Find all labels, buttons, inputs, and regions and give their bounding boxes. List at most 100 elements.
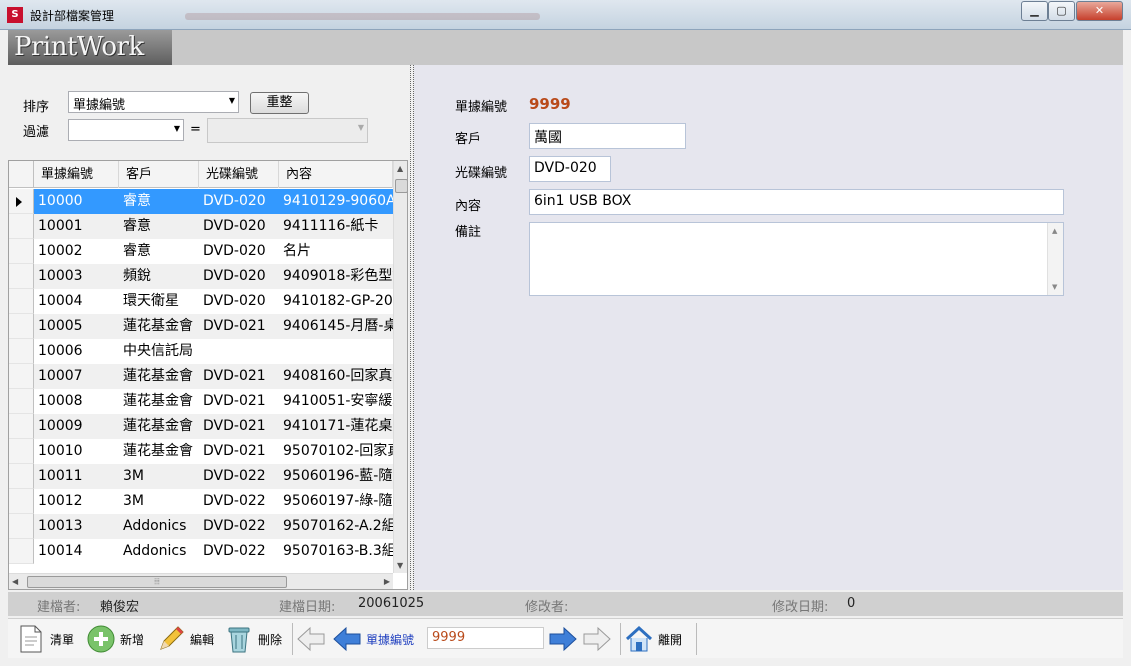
table-row[interactable]: 10009蓮花基金會DVD-0219410171-蓮花桌曆	[9, 414, 393, 439]
cell-customer[interactable]: 環天衛星	[119, 289, 199, 314]
scroll-thumb[interactable]	[395, 179, 407, 193]
cell-content[interactable]: 9408160-回家真好	[279, 364, 393, 389]
cell-id[interactable]: 10014	[34, 539, 119, 564]
cell-disc[interactable]: DVD-020	[199, 264, 279, 289]
cell-customer[interactable]: 蓮花基金會	[119, 389, 199, 414]
table-row[interactable]: 10006 中央信託局	[9, 339, 393, 364]
table-row[interactable]: 10001 睿意 DVD-020 9411116-紙卡	[9, 214, 393, 239]
table-row[interactable]: 10003頻銳DVD-0209409018-彩色型錄	[9, 264, 393, 289]
cell-disc[interactable]: DVD-021	[199, 389, 279, 414]
cell-disc[interactable]: DVD-020	[199, 214, 279, 239]
cell-id[interactable]: 10013	[34, 514, 119, 539]
row-header[interactable]	[9, 414, 34, 439]
row-header[interactable]	[9, 364, 34, 389]
cell-content[interactable]: 95070162-A.2組朋	[279, 514, 393, 539]
cell-disc[interactable]: DVD-021	[199, 414, 279, 439]
cell-content[interactable]: 9410182-GP-201	[279, 289, 393, 314]
scroll-up-icon[interactable]: ▲	[397, 164, 403, 173]
scroll-down-icon[interactable]: ▼	[1052, 283, 1057, 291]
row-header[interactable]	[9, 514, 34, 539]
cell-id[interactable]: 10010	[34, 439, 119, 464]
cell-id[interactable]: 10009	[34, 414, 119, 439]
grid-vertical-scrollbar[interactable]: ▲ ▼	[393, 161, 407, 573]
cell-customer[interactable]: Addonics	[119, 539, 199, 564]
cell-disc[interactable]	[199, 339, 279, 364]
column-header-customer[interactable]: 客戶	[119, 161, 199, 188]
cell-disc[interactable]: DVD-020	[199, 239, 279, 264]
disc-field[interactable]: DVD-020	[529, 156, 611, 182]
row-header[interactable]	[9, 214, 34, 239]
row-header[interactable]	[9, 439, 34, 464]
scroll-right-icon[interactable]: ▶	[384, 577, 390, 586]
previous-record-button[interactable]: 單據編號	[332, 623, 414, 655]
cell-content[interactable]: 名片	[279, 239, 393, 264]
table-row[interactable]: 10005 蓮花基金會 DVD-021 9406145-月曆-桌	[9, 314, 393, 339]
cell-customer[interactable]: 蓮花基金會	[119, 364, 199, 389]
cell-disc[interactable]: DVD-022	[199, 514, 279, 539]
cell-id[interactable]: 10005	[34, 314, 119, 339]
cell-id[interactable]: 10001	[34, 214, 119, 239]
table-row[interactable]: 10007蓮花基金會DVD-0219408160-回家真好	[9, 364, 393, 389]
cell-content[interactable]: 9410051-安寧緩和	[279, 389, 393, 414]
cell-id[interactable]: 10006	[34, 339, 119, 364]
cell-content[interactable]: 95070163-B.3組朋	[279, 539, 393, 564]
scroll-up-icon[interactable]: ▲	[1052, 227, 1057, 235]
maximize-button[interactable]: ▢	[1048, 1, 1075, 21]
cell-disc[interactable]: DVD-021	[199, 364, 279, 389]
cell-disc[interactable]: DVD-022	[199, 489, 279, 514]
column-header-content[interactable]: 內容	[279, 161, 393, 188]
cell-id[interactable]: 10007	[34, 364, 119, 389]
row-header[interactable]	[9, 539, 34, 564]
column-header-id[interactable]: 單據編號	[34, 161, 119, 188]
last-record-button[interactable]	[582, 623, 616, 655]
list-button[interactable]: 清單	[16, 623, 74, 655]
cell-disc[interactable]: DVD-021	[199, 439, 279, 464]
table-row[interactable]: 10000 睿意 DVD-020 9410129-9060AK	[9, 189, 393, 214]
row-header[interactable]	[9, 464, 34, 489]
cell-content[interactable]: 9410129-9060AK	[279, 189, 393, 214]
cell-customer[interactable]: 中央信託局	[119, 339, 199, 364]
row-header[interactable]	[9, 289, 34, 314]
cell-content[interactable]: 95060196-藍-隨手	[279, 464, 393, 489]
cell-content[interactable]: 95070102-回家真	[279, 439, 393, 464]
cell-content[interactable]: 9406145-月曆-桌	[279, 314, 393, 339]
cell-id[interactable]: 10000	[34, 189, 119, 214]
close-button[interactable]: ✕	[1076, 1, 1123, 21]
cell-id[interactable]: 10011	[34, 464, 119, 489]
cell-disc[interactable]: DVD-020	[199, 289, 279, 314]
note-scrollbar[interactable]: ▲ ▼	[1047, 223, 1063, 295]
cell-content[interactable]	[279, 339, 393, 364]
cell-customer[interactable]: 睿意	[119, 189, 199, 214]
cell-customer[interactable]: 頻銳	[119, 264, 199, 289]
cell-customer[interactable]: Addonics	[119, 514, 199, 539]
cell-content[interactable]: 95060197-綠-隨手	[279, 489, 393, 514]
cell-content[interactable]: 9410171-蓮花桌曆	[279, 414, 393, 439]
first-record-button[interactable]	[296, 623, 330, 655]
cell-customer[interactable]: 睿意	[119, 214, 199, 239]
row-header[interactable]	[9, 489, 34, 514]
record-number-input[interactable]: 9999	[427, 627, 544, 649]
exit-button[interactable]: 離開	[624, 623, 682, 655]
delete-button[interactable]: 刪除	[224, 623, 282, 655]
table-row[interactable]: 10014AddonicsDVD-02295070163-B.3組朋	[9, 539, 393, 564]
filter-value-combo[interactable]: ▼	[207, 118, 368, 143]
scroll-thumb-horizontal[interactable]: ⦙⦙⦙	[27, 576, 287, 588]
filter-field-combo[interactable]: ▼	[68, 119, 184, 141]
note-textarea[interactable]: ▲ ▼	[529, 222, 1064, 296]
next-record-button[interactable]	[548, 623, 582, 655]
cell-disc[interactable]: DVD-021	[199, 314, 279, 339]
cell-customer[interactable]: 3M	[119, 489, 199, 514]
cell-id[interactable]: 10012	[34, 489, 119, 514]
cell-content[interactable]: 9409018-彩色型錄	[279, 264, 393, 289]
content-field[interactable]: 6in1 USB BOX	[529, 189, 1064, 215]
sort-combo[interactable]: 單據編號 ▼	[68, 91, 239, 113]
reset-button[interactable]: 重整	[250, 92, 309, 114]
table-row[interactable]: 100123MDVD-02295060197-綠-隨手	[9, 489, 393, 514]
table-row[interactable]: 100113MDVD-02295060196-藍-隨手	[9, 464, 393, 489]
cell-customer[interactable]: 蓮花基金會	[119, 314, 199, 339]
cell-content[interactable]: 9411116-紙卡	[279, 214, 393, 239]
cell-disc[interactable]: DVD-020	[199, 189, 279, 214]
grid-horizontal-scrollbar[interactable]: ◀ ⦙⦙⦙ ▶	[9, 573, 393, 589]
table-row[interactable]: 10004 環天衛星 DVD-020 9410182-GP-201	[9, 289, 393, 314]
cell-id[interactable]: 10004	[34, 289, 119, 314]
